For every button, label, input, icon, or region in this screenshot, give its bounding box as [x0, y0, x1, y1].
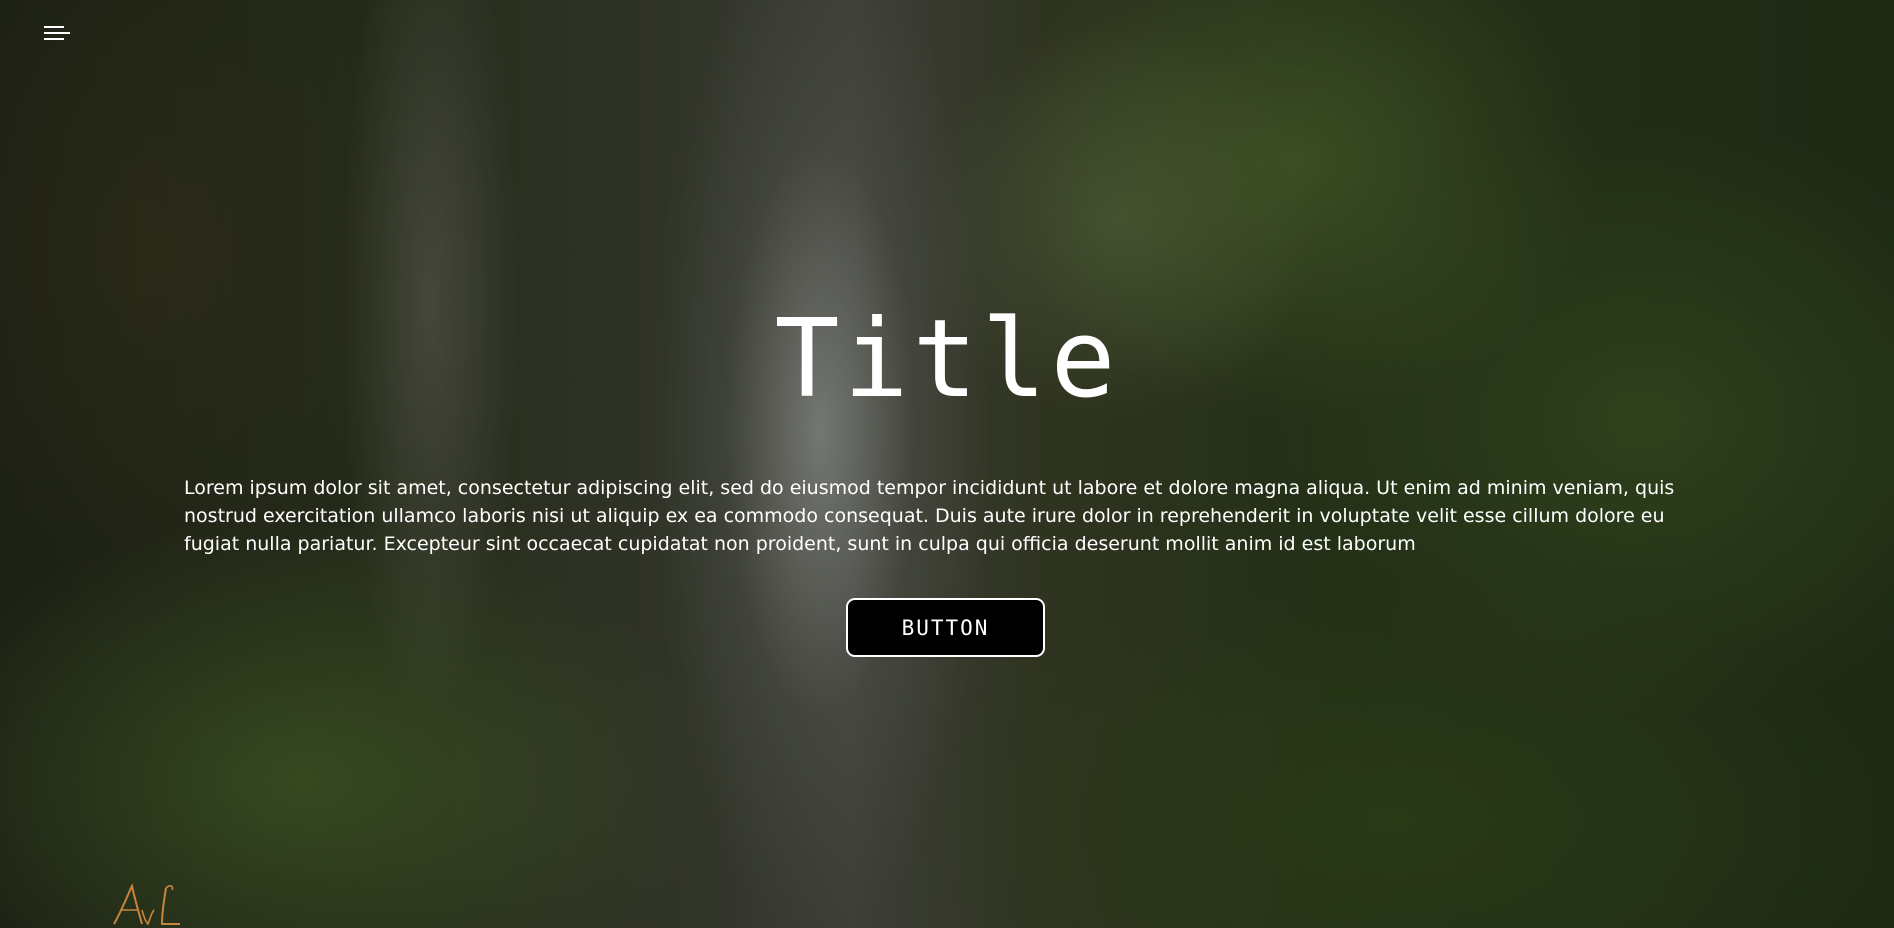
menu-bar	[44, 26, 64, 28]
hero-description: Lorem ipsum dolor sit amet, consectetur …	[184, 477, 1675, 555]
menu-bar	[44, 38, 64, 40]
menu-bar	[44, 32, 70, 34]
hero-title: Title	[774, 297, 1120, 422]
hero-section: Title Lorem ipsum dolor sit amet, consec…	[0, 0, 1894, 928]
hamburger-menu-icon[interactable]	[40, 20, 74, 46]
cta-button[interactable]: BUTTON	[846, 598, 1045, 657]
avl-logo	[113, 882, 180, 926]
